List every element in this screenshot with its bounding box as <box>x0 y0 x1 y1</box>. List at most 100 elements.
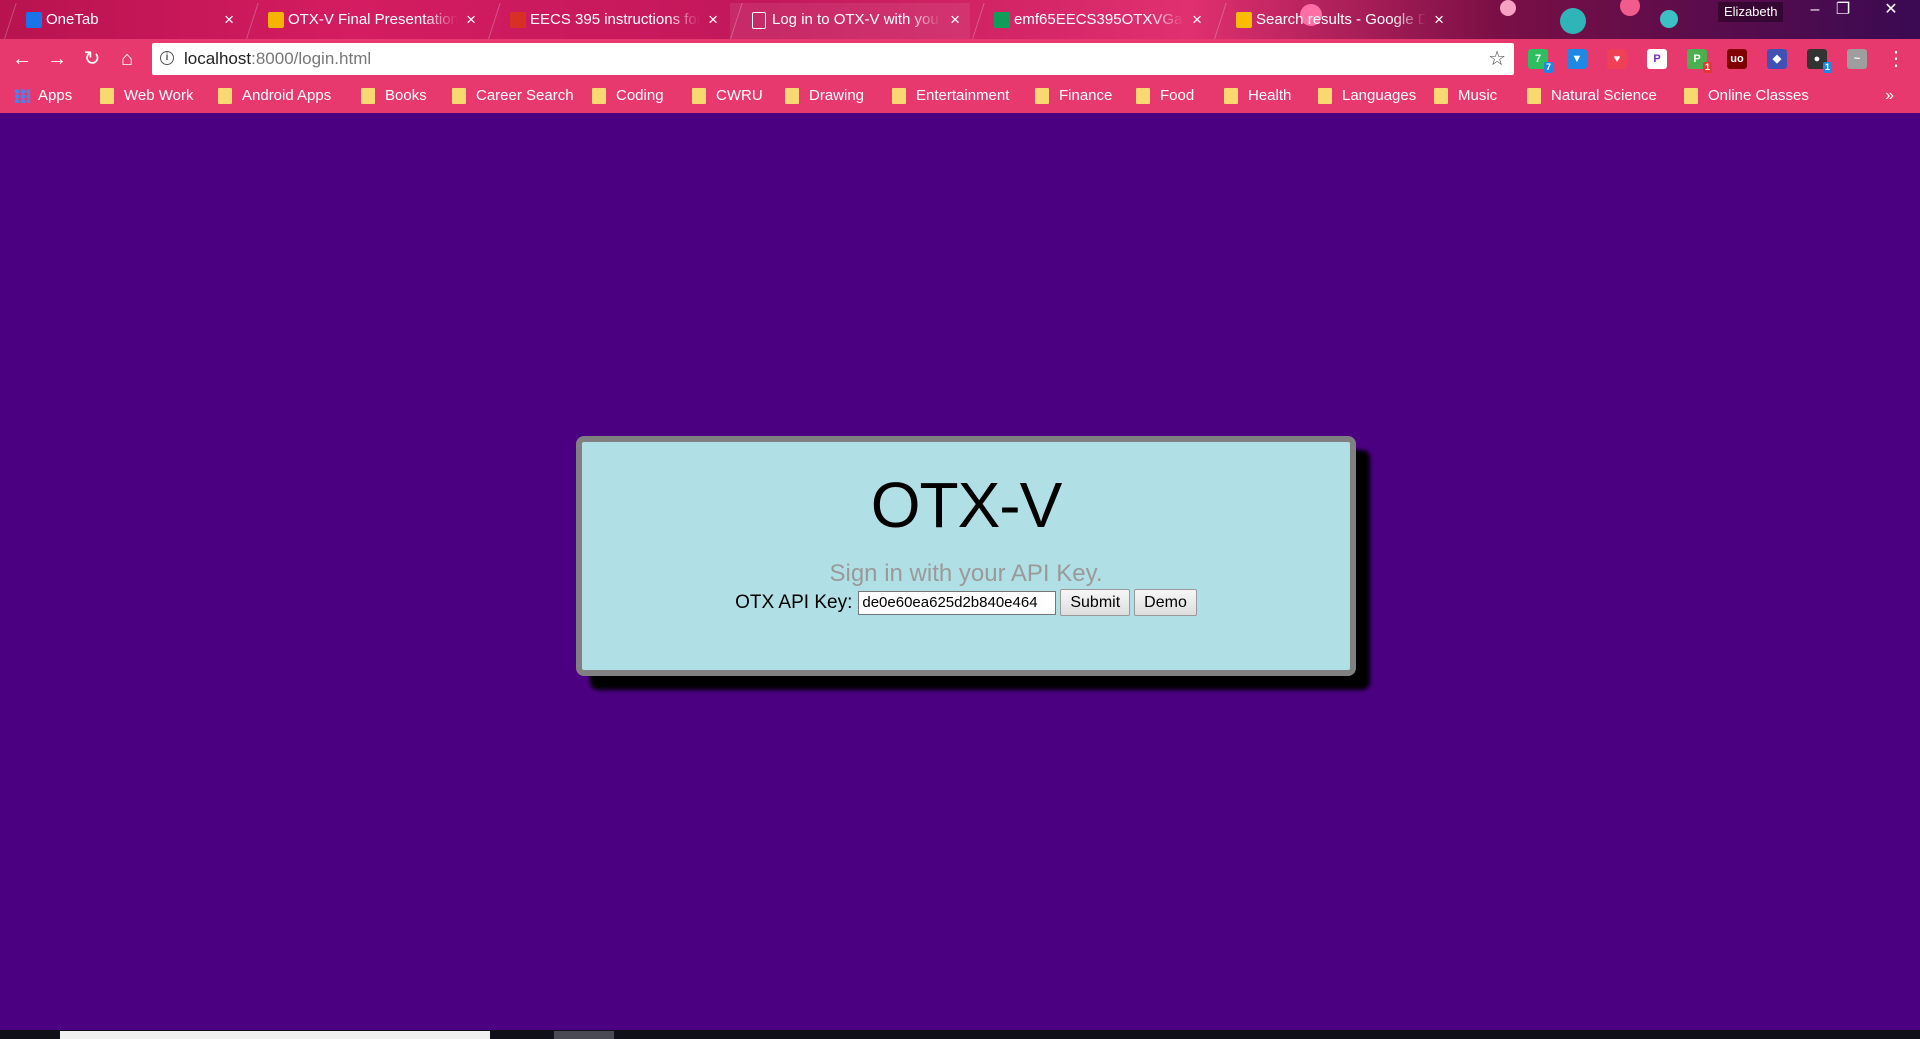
browser-toolbar: ← → ↻ ⌂ i localhost:8000/login.html ☆ 77… <box>0 39 1920 79</box>
folder-icon <box>1684 88 1698 104</box>
folder-icon <box>361 88 375 104</box>
bookmark-label: Coding <box>616 87 664 104</box>
tab-2[interactable]: OTX-V Final Presentation × <box>246 3 486 39</box>
pushbullet-icon[interactable]: P1 <box>1687 49 1712 73</box>
bookmark-label: Drawing <box>809 87 865 104</box>
api-key-input[interactable] <box>858 590 1057 615</box>
extension-badge: 1 <box>1822 62 1832 73</box>
home-icon[interactable]: ⌂ <box>113 45 141 73</box>
tab-title: OneTab <box>46 11 99 28</box>
close-window-icon[interactable]: ✕ <box>1874 0 1908 22</box>
folder-icon <box>1136 88 1150 104</box>
folder-icon <box>892 88 906 104</box>
bookmark-label: Entertainment <box>916 87 1010 104</box>
pocket-icon[interactable]: ♥ <box>1607 49 1627 69</box>
bookmark-label: Finance <box>1059 87 1113 104</box>
demo-button[interactable]: Demo <box>1134 589 1197 616</box>
ublock-icon[interactable]: uo <box>1727 49 1747 69</box>
grey-extension-icon[interactable]: ~ <box>1847 49 1867 69</box>
url-path: :8000/login.html <box>251 49 372 68</box>
p-extension-icon[interactable]: P <box>1647 49 1667 69</box>
submit-button[interactable]: Submit <box>1060 589 1131 616</box>
close-tab-icon[interactable]: × <box>1192 3 1202 37</box>
folder-icon <box>1318 88 1332 104</box>
sheets-icon <box>994 12 1010 28</box>
theme-flower-decoration <box>1500 0 1516 16</box>
onetab-icon <box>26 12 42 28</box>
bookmark-label: Online Classes <box>1708 87 1809 104</box>
folder-icon <box>1224 88 1238 104</box>
tab-5[interactable]: emf65EECS395OTXVGant × <box>972 3 1212 39</box>
tab-6[interactable]: Search results - Google D × <box>1214 3 1454 39</box>
extension-badge: 7 <box>1543 62 1553 73</box>
tab-title: EECS 395 instructions for <box>530 11 700 28</box>
folder-icon <box>1035 88 1049 104</box>
bookmark-label: Career Search <box>476 87 574 104</box>
bookmark-label: Health <box>1248 87 1292 104</box>
folder-icon <box>1434 88 1448 104</box>
folder-icon <box>592 88 606 104</box>
back-arrow-icon[interactable]: ← <box>8 45 36 73</box>
info-icon[interactable]: i <box>160 51 174 65</box>
url-text: localhost:8000/login.html <box>184 43 371 75</box>
close-tab-icon[interactable]: × <box>708 3 718 37</box>
tab-title: Search results - Google D <box>1256 11 1426 28</box>
bookmark-label: Natural Science <box>1551 87 1657 104</box>
close-tab-icon[interactable]: × <box>1434 3 1444 37</box>
tab-title: emf65EECS395OTXVGant <box>1014 11 1184 28</box>
tab-1[interactable]: OneTab × <box>4 3 244 39</box>
restore-icon[interactable]: ❐ <box>1826 0 1860 22</box>
login-subtitle: Sign in with your API Key. <box>829 560 1103 587</box>
slides-icon <box>268 12 284 28</box>
more-bookmarks-icon[interactable]: » <box>1885 79 1894 113</box>
blue-extension-icon[interactable]: ◆ <box>1767 49 1787 69</box>
tab-title: OTX-V Final Presentation <box>288 11 458 28</box>
extension-badge: 1 <box>1702 62 1712 73</box>
api-key-label: OTX API Key: <box>735 591 853 613</box>
close-tab-icon[interactable]: × <box>950 3 960 37</box>
tab-3[interactable]: EECS 395 instructions for × <box>488 3 728 39</box>
theme-flower-decoration <box>1620 0 1640 16</box>
bookmark-label: CWRU <box>716 87 763 104</box>
profile-button[interactable]: Elizabeth <box>1718 2 1784 22</box>
shield-icon[interactable]: ▼ <box>1567 49 1587 69</box>
bookmark-label: Web Work <box>124 87 194 104</box>
bookmark-label: Apps <box>38 87 73 104</box>
taskbar-app-button[interactable] <box>554 1031 614 1039</box>
login-form: OTX API Key: Submit Demo <box>582 589 1350 616</box>
bookmark-label: Languages <box>1342 87 1417 104</box>
taskbar-search-box[interactable] <box>60 1031 490 1039</box>
close-tab-icon[interactable]: × <box>224 3 234 37</box>
bookmark-label: Books <box>385 87 427 104</box>
bookmark-label: Food <box>1160 87 1195 104</box>
folder-icon <box>100 88 114 104</box>
evernote-icon[interactable]: 77 <box>1528 49 1553 73</box>
folder-icon <box>452 88 466 104</box>
page-icon <box>752 12 766 29</box>
theme-flower-decoration <box>1660 10 1678 28</box>
url-host: localhost <box>184 49 252 68</box>
tab-4[interactable]: Log in to OTX-V with you × <box>730 3 970 39</box>
reload-icon[interactable]: ↻ <box>78 45 106 73</box>
tab-title: Log in to OTX-V with you <box>772 11 939 28</box>
gmail-icon <box>510 12 526 28</box>
folder-icon <box>1527 88 1541 104</box>
close-tab-icon[interactable]: × <box>466 3 476 37</box>
bell-extension-icon[interactable]: ● 1 <box>1807 49 1832 73</box>
login-card: OTX-V Sign in with your API Key. OTX API… <box>576 436 1356 676</box>
folder-icon <box>218 88 232 104</box>
theme-flower-decoration <box>1560 8 1586 34</box>
forward-arrow-icon[interactable]: → <box>43 45 71 73</box>
folder-icon <box>692 88 706 104</box>
bookmark-label: Android Apps <box>242 87 332 104</box>
folder-icon <box>785 88 799 104</box>
apps-grid-icon <box>14 89 30 103</box>
taskbar <box>0 1030 1920 1039</box>
drive-icon <box>1236 12 1252 28</box>
bookmark-label: Music <box>1458 87 1498 104</box>
page-title: OTX-V <box>870 469 1063 541</box>
bookmarks-bar: Apps Web Work Android Apps Books Career Sea… <box>0 79 1920 113</box>
menu-dots-icon[interactable]: ⋮ <box>1886 47 1906 71</box>
bookmark-star-icon[interactable]: ☆ <box>1488 43 1506 75</box>
address-bar[interactable]: i localhost:8000/login.html ☆ <box>152 43 1514 75</box>
